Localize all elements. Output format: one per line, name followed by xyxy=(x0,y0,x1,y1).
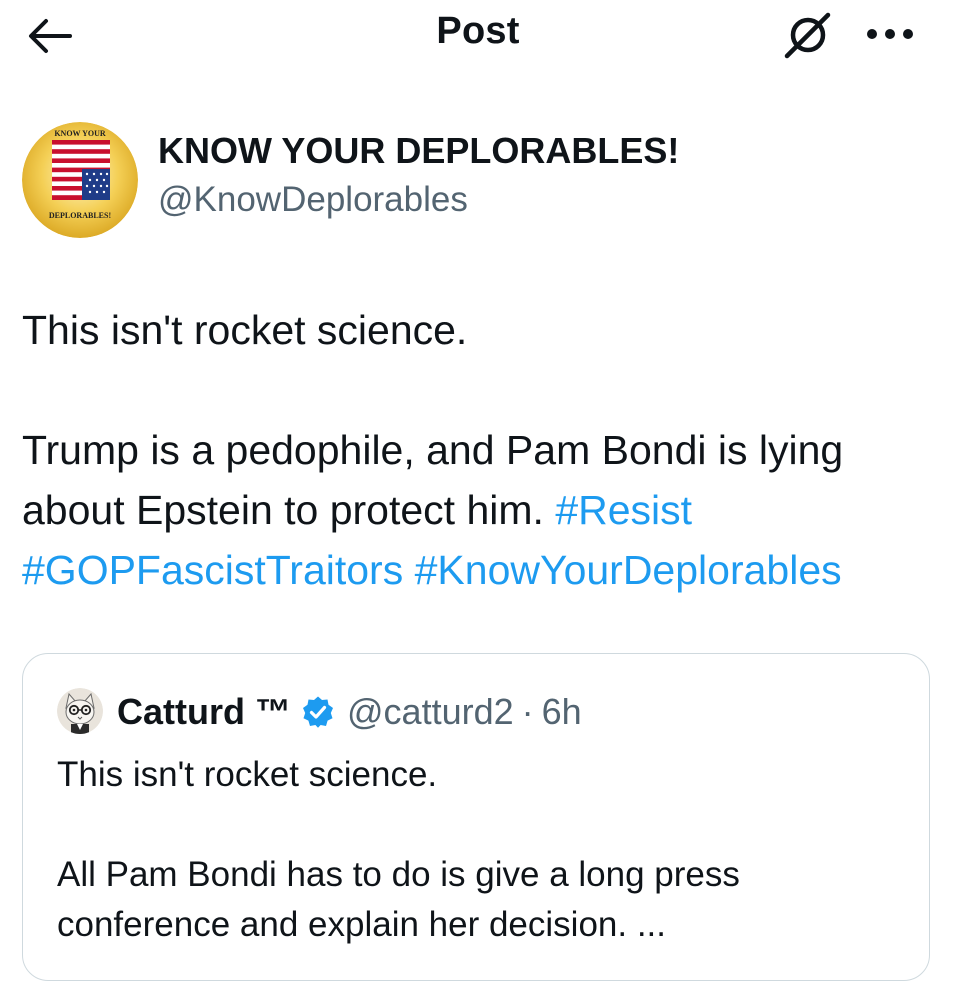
quoted-author-avatar xyxy=(57,688,103,734)
quoted-author-handle: @catturd2 xyxy=(347,691,514,732)
author-avatar[interactable]: KNOW YOUR DEPLORABLES! xyxy=(22,122,138,238)
top-bar: Post xyxy=(0,0,956,72)
hashtag-link[interactable]: #Resist xyxy=(555,487,692,533)
quoted-post-line: conference and explain her decision. ... xyxy=(57,905,666,944)
hashtag-link[interactable]: #GOPFascistTraitors xyxy=(22,547,403,593)
svg-text:KNOW YOUR: KNOW YOUR xyxy=(54,129,106,138)
grok-button[interactable] xyxy=(778,6,838,64)
upside-down-flag-logo: KNOW YOUR DEPLORABLES! xyxy=(22,122,138,238)
more-horizontal-icon xyxy=(867,29,913,39)
author-handle[interactable]: @KnowDeplorables xyxy=(158,180,468,220)
cat-avatar-image xyxy=(57,688,103,734)
post-text: This isn't rocket science. Trump is a pe… xyxy=(22,300,947,600)
verified-badge-icon xyxy=(301,695,335,729)
quoted-author-name: Catturd ™ xyxy=(117,691,291,732)
grok-icon xyxy=(784,12,831,59)
hashtag-link[interactable]: #KnowYourDeplorables xyxy=(415,547,842,593)
post-line: Trump is a pedophile, and Pam Bondi is l… xyxy=(22,427,844,473)
quoted-post-text: This isn't rocket science. All Pam Bondi… xyxy=(57,750,917,950)
separator-dot: · xyxy=(521,691,534,732)
more-options-button[interactable] xyxy=(860,12,920,56)
post-line: #GOPFascistTraitors #KnowYourDeplorables xyxy=(22,540,947,600)
post-line: about Epstein to protect him. #Resist xyxy=(22,480,947,540)
author-name[interactable]: KNOW YOUR DEPLORABLES! xyxy=(158,130,679,172)
quoted-post-header: Catturd ™ @catturd2 · 6h xyxy=(117,688,582,736)
quoted-post-time: 6h xyxy=(541,691,582,732)
post-line: This isn't rocket science. xyxy=(22,307,468,353)
svg-text:DEPLORABLES!: DEPLORABLES! xyxy=(49,211,111,220)
quoted-post-card[interactable]: Catturd ™ @catturd2 · 6h This isn't rock… xyxy=(22,653,930,981)
quoted-post-line: All Pam Bondi has to do is give a long p… xyxy=(57,855,740,894)
post-line-text: about Epstein to protect him. xyxy=(22,487,544,533)
quoted-post-line: This isn't rocket science. xyxy=(57,755,438,794)
